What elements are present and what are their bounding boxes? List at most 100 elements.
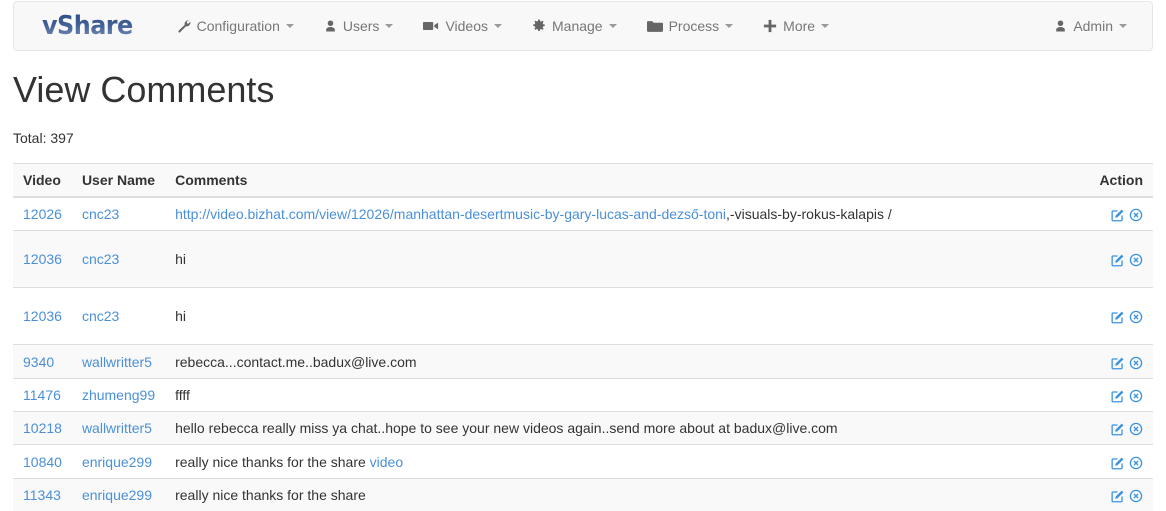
delete-circle-icon[interactable] bbox=[1129, 389, 1143, 403]
edit-square-icon[interactable] bbox=[1111, 489, 1125, 503]
comment-text: rebecca...contact.me..badux@live.com bbox=[175, 353, 417, 370]
cell-username: enrique299 bbox=[71, 477, 166, 511]
brand-logo[interactable]: vShare bbox=[14, 2, 156, 50]
cell-comment: hi bbox=[165, 229, 1090, 288]
edit-square-icon[interactable] bbox=[1111, 389, 1125, 403]
nav-item-more[interactable]: More bbox=[748, 2, 844, 50]
primary-nav: Configuration Users Videos Manage Proces… bbox=[162, 2, 844, 50]
cell-video-id: 12036 bbox=[13, 229, 72, 288]
column-header-video: Video bbox=[13, 162, 72, 198]
nav-item-process[interactable]: Process bbox=[632, 2, 749, 50]
nav-item-configuration[interactable]: Configuration bbox=[162, 2, 309, 50]
video-id-link[interactable]: 11476 bbox=[23, 387, 61, 403]
username-link[interactable]: cnc23 bbox=[82, 308, 119, 324]
video-id-link[interactable]: 12026 bbox=[23, 206, 62, 222]
page-title: View Comments bbox=[13, 69, 275, 110]
cell-action bbox=[1089, 344, 1153, 379]
username-link[interactable]: enrique299 bbox=[82, 454, 152, 470]
column-header-comments: Comments bbox=[165, 162, 1090, 198]
cell-username: cnc23 bbox=[71, 229, 166, 288]
video-id-link[interactable]: 10218 bbox=[23, 420, 62, 436]
cell-action bbox=[1089, 411, 1153, 445]
edit-square-icon[interactable] bbox=[1111, 456, 1125, 470]
cell-comment: really nice thanks for the share bbox=[165, 477, 1090, 511]
username-link[interactable]: cnc23 bbox=[82, 206, 119, 222]
username-link[interactable]: wallwritter5 bbox=[82, 420, 152, 436]
delete-circle-icon[interactable] bbox=[1129, 489, 1143, 503]
cell-comment: http://video.bizhat.com/view/12026/manha… bbox=[165, 196, 1090, 231]
cell-video-id: 12036 bbox=[13, 287, 72, 345]
folder-icon bbox=[646, 20, 663, 33]
comment-text: ,-visuals-by-rokus-kalapis / bbox=[726, 205, 892, 222]
nav-item-configuration-wrap: Configuration bbox=[162, 2, 309, 50]
delete-circle-icon[interactable] bbox=[1129, 456, 1143, 470]
nav-item-admin[interactable]: Admin bbox=[1039, 2, 1142, 50]
user-icon bbox=[324, 19, 337, 33]
nav-item-manage[interactable]: Manage bbox=[517, 2, 632, 50]
comment-text: hi bbox=[175, 308, 187, 325]
comment-text: really nice thanks for the share bbox=[175, 453, 370, 470]
chevron-down-icon bbox=[494, 24, 502, 28]
username-link[interactable]: wallwritter5 bbox=[82, 354, 152, 370]
table-row: 10218 wallwritter5 hello rebecca really mi… bbox=[13, 411, 1153, 445]
edit-square-icon[interactable] bbox=[1111, 208, 1125, 222]
cell-comment: hi bbox=[165, 287, 1090, 345]
chevron-down-icon bbox=[285, 24, 294, 28]
nav-item-process-wrap: Process bbox=[632, 2, 749, 50]
nav-item-videos[interactable]: Videos bbox=[408, 2, 517, 50]
page-content: View Comments Total: 397 Video User Name… bbox=[13, 51, 1153, 511]
cell-comment: rebecca...contact.me..badux@live.com bbox=[165, 344, 1090, 379]
nav-item-users-wrap: Users bbox=[309, 2, 409, 50]
plus-icon bbox=[763, 19, 777, 33]
video-camera-icon bbox=[423, 20, 439, 32]
user-icon bbox=[1054, 19, 1067, 33]
video-id-link[interactable]: 12036 bbox=[23, 251, 62, 267]
chevron-down-icon bbox=[725, 24, 734, 28]
video-id-link[interactable]: 11343 bbox=[23, 487, 61, 503]
chevron-down-icon bbox=[821, 24, 830, 28]
edit-square-icon[interactable] bbox=[1111, 422, 1125, 436]
nav-item-videos-label: Videos bbox=[445, 18, 488, 34]
delete-circle-icon[interactable] bbox=[1129, 356, 1143, 370]
cell-action bbox=[1089, 229, 1153, 288]
nav-item-more-wrap: More bbox=[748, 2, 844, 50]
cell-action bbox=[1089, 196, 1153, 231]
nav-item-more-label: More bbox=[783, 18, 816, 34]
cell-username: wallwritter5 bbox=[71, 411, 166, 445]
delete-circle-icon[interactable] bbox=[1129, 310, 1143, 324]
comment-inline-link[interactable]: video bbox=[370, 454, 403, 470]
chevron-down-icon bbox=[1119, 24, 1127, 28]
table-header-row: Video User Name Comments Action bbox=[13, 162, 1153, 198]
nav-item-videos-wrap: Videos bbox=[408, 2, 517, 50]
nav-item-process-label: Process bbox=[668, 18, 720, 34]
username-link[interactable]: cnc23 bbox=[82, 251, 119, 267]
edit-square-icon[interactable] bbox=[1111, 356, 1125, 370]
chevron-down-icon bbox=[385, 24, 394, 28]
delete-circle-icon[interactable] bbox=[1129, 253, 1143, 267]
cell-action bbox=[1089, 477, 1153, 511]
nav-item-configuration-label: Configuration bbox=[196, 18, 280, 34]
delete-circle-icon[interactable] bbox=[1129, 208, 1143, 222]
total-count-label: Total: 397 bbox=[13, 129, 74, 146]
delete-circle-icon[interactable] bbox=[1129, 422, 1143, 436]
wrench-icon bbox=[177, 19, 191, 33]
column-header-action: Action bbox=[1089, 162, 1153, 198]
comment-text: hello rebecca really miss ya chat..hope … bbox=[175, 420, 838, 437]
cell-video-id: 11476 bbox=[13, 377, 72, 412]
nav-item-manage-wrap: Manage bbox=[517, 2, 632, 50]
video-id-link[interactable]: 12036 bbox=[23, 308, 62, 324]
cell-username: wallwritter5 bbox=[71, 344, 166, 379]
comment-text: ffff bbox=[175, 386, 190, 403]
username-link[interactable]: enrique299 bbox=[82, 487, 152, 503]
username-link[interactable]: zhumeng99 bbox=[82, 387, 155, 403]
table-row: 9340 wallwritter5 rebecca...contact.me..ba… bbox=[13, 344, 1153, 379]
video-id-link[interactable]: 10840 bbox=[23, 454, 62, 470]
cell-comment: really nice thanks for the share video bbox=[165, 444, 1090, 479]
cell-comment: ffff bbox=[165, 377, 1090, 412]
video-id-link[interactable]: 9340 bbox=[23, 354, 54, 370]
edit-square-icon[interactable] bbox=[1111, 253, 1125, 267]
nav-item-admin-label: Admin bbox=[1073, 18, 1113, 34]
nav-item-users[interactable]: Users bbox=[309, 2, 409, 50]
comment-url-link[interactable]: http://video.bizhat.com/view/12026/manha… bbox=[175, 206, 726, 222]
edit-square-icon[interactable] bbox=[1111, 310, 1125, 324]
